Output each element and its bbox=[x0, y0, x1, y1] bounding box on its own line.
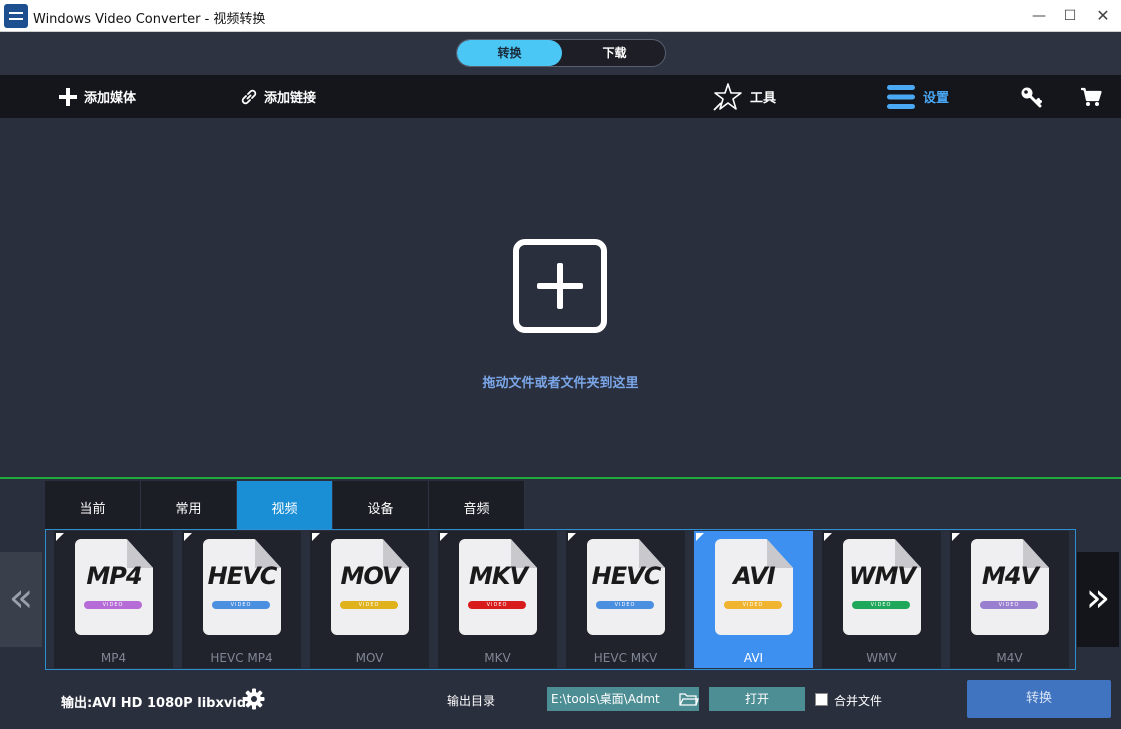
format-list: MP4 VIDEO MP4 HEVC VIDEO HEVC MP4 MOV VIDEO MOV M… bbox=[45, 529, 1076, 670]
convert-button[interactable]: 转换 bbox=[967, 680, 1111, 718]
format-badge-text: M4V bbox=[981, 562, 1039, 590]
format-tabs: 当前 常用 视频 设备 音频 bbox=[45, 481, 525, 529]
cart-icon[interactable] bbox=[1080, 75, 1102, 118]
corner-marker-icon bbox=[824, 533, 832, 541]
scroll-left-button[interactable]: « bbox=[0, 552, 42, 647]
corner-marker-icon bbox=[568, 533, 576, 541]
merge-files-label: 合并文件 bbox=[834, 694, 883, 708]
format-label: MP4 bbox=[100, 651, 127, 665]
corner-marker-icon bbox=[312, 533, 320, 541]
menu-lines-icon bbox=[887, 84, 917, 110]
settings-button[interactable]: 设置 bbox=[887, 75, 949, 118]
format-label: HEVC MKV bbox=[593, 651, 658, 665]
key-icon[interactable] bbox=[1020, 75, 1042, 118]
toolbar: 添加媒体 添加链接 工具 设置 bbox=[0, 75, 1121, 118]
title-bar: Windows Video Converter - 视频转换 — ☐ ✕ bbox=[0, 0, 1121, 32]
add-file-icon[interactable] bbox=[513, 239, 607, 333]
format-label: WMV bbox=[866, 651, 897, 665]
format-label: M4V bbox=[996, 651, 1023, 665]
format-tile-hevc-mkv[interactable]: HEVC VIDEO HEVC MKV bbox=[566, 531, 685, 668]
format-badge-text: MKV bbox=[468, 562, 528, 590]
link-icon bbox=[240, 88, 258, 106]
scroll-right-button[interactable]: » bbox=[1077, 552, 1119, 647]
format-tile-mov[interactable]: MOV VIDEO MOV bbox=[310, 531, 429, 668]
add-media-button[interactable]: 添加媒体 bbox=[58, 75, 136, 118]
mode-convert-button[interactable]: 转换 bbox=[457, 40, 562, 66]
format-badge-text: MP4 bbox=[86, 562, 142, 590]
tab-device[interactable]: 设备 bbox=[333, 481, 429, 529]
tools-button[interactable]: 工具 bbox=[712, 75, 776, 118]
drop-zone[interactable]: 拖动文件或者文件夹到这里 bbox=[0, 118, 1121, 479]
minimize-button[interactable]: — bbox=[1025, 4, 1053, 28]
video-badge: VIDEO bbox=[230, 602, 252, 608]
mode-bar: 转换 下载 bbox=[0, 32, 1121, 75]
footer-bar: 输出:AVI HD 1080P libxvid 输出目录 E:\tools\桌面… bbox=[0, 672, 1121, 729]
tab-common[interactable]: 常用 bbox=[141, 481, 237, 529]
video-badge: VIDEO bbox=[358, 602, 380, 608]
format-tile-hevc-mp4[interactable]: HEVC VIDEO HEVC MP4 bbox=[182, 531, 301, 668]
format-badge-text: HEVC bbox=[207, 562, 278, 590]
format-tile-mkv[interactable]: MKV VIDEO MKV bbox=[438, 531, 557, 668]
mode-switch: 转换 下载 bbox=[456, 39, 666, 67]
corner-marker-icon bbox=[440, 533, 448, 541]
format-badge-text: HEVC bbox=[591, 562, 662, 590]
corner-marker-icon bbox=[952, 533, 960, 541]
format-label: MKV bbox=[484, 651, 511, 665]
app-logo-icon bbox=[4, 4, 28, 28]
format-tile-mp4[interactable]: MP4 VIDEO MP4 bbox=[54, 531, 173, 668]
format-badge-text: AVI bbox=[733, 562, 775, 590]
window-title: Windows Video Converter - 视频转换 bbox=[33, 12, 266, 27]
add-link-button[interactable]: 添加链接 bbox=[240, 75, 316, 118]
format-tile-m4v[interactable]: M4V VIDEO M4V bbox=[950, 531, 1069, 668]
format-badge-text: WMV bbox=[849, 562, 916, 590]
corner-marker-icon bbox=[696, 533, 704, 541]
merge-files-checkbox[interactable] bbox=[815, 693, 828, 706]
video-badge: VIDEO bbox=[998, 602, 1020, 608]
tools-label: 工具 bbox=[750, 91, 777, 106]
plus-icon bbox=[58, 87, 78, 107]
format-tile-wmv[interactable]: WMV VIDEO WMV bbox=[822, 531, 941, 668]
maximize-button[interactable]: ☐ bbox=[1056, 4, 1084, 28]
mode-download-button[interactable]: 下载 bbox=[562, 40, 665, 66]
format-label: AVI bbox=[743, 651, 764, 665]
close-button[interactable]: ✕ bbox=[1089, 4, 1117, 28]
format-label: MOV bbox=[355, 651, 384, 665]
tab-video[interactable]: 视频 bbox=[237, 481, 333, 529]
drop-hint: 拖动文件或者文件夹到这里 bbox=[482, 376, 639, 391]
gear-icon[interactable] bbox=[243, 688, 265, 710]
open-folder-button[interactable]: 打开 bbox=[709, 687, 805, 711]
corner-marker-icon bbox=[184, 533, 192, 541]
star-wand-icon bbox=[712, 82, 744, 112]
output-dir-label: 输出目录 bbox=[447, 694, 496, 708]
video-badge: VIDEO bbox=[614, 602, 636, 608]
format-label: HEVC MP4 bbox=[210, 651, 273, 665]
tab-current[interactable]: 当前 bbox=[45, 481, 141, 529]
tab-audio[interactable]: 音频 bbox=[429, 481, 525, 529]
video-badge: VIDEO bbox=[742, 602, 764, 608]
format-badge-text: MOV bbox=[340, 562, 400, 590]
corner-marker-icon bbox=[56, 533, 64, 541]
video-badge: VIDEO bbox=[102, 602, 124, 608]
add-media-label: 添加媒体 bbox=[84, 91, 137, 106]
video-badge: VIDEO bbox=[870, 602, 892, 608]
output-dir-field[interactable]: E:\tools\桌面\Admt bbox=[547, 687, 677, 711]
folder-icon[interactable] bbox=[677, 687, 699, 711]
video-badge: VIDEO bbox=[486, 602, 508, 608]
add-link-label: 添加链接 bbox=[264, 91, 317, 106]
format-tile-avi[interactable]: AVI VIDEO AVI bbox=[694, 531, 813, 668]
settings-label: 设置 bbox=[923, 91, 950, 106]
output-profile-label: 输出:AVI HD 1080P libxvid bbox=[61, 696, 247, 711]
